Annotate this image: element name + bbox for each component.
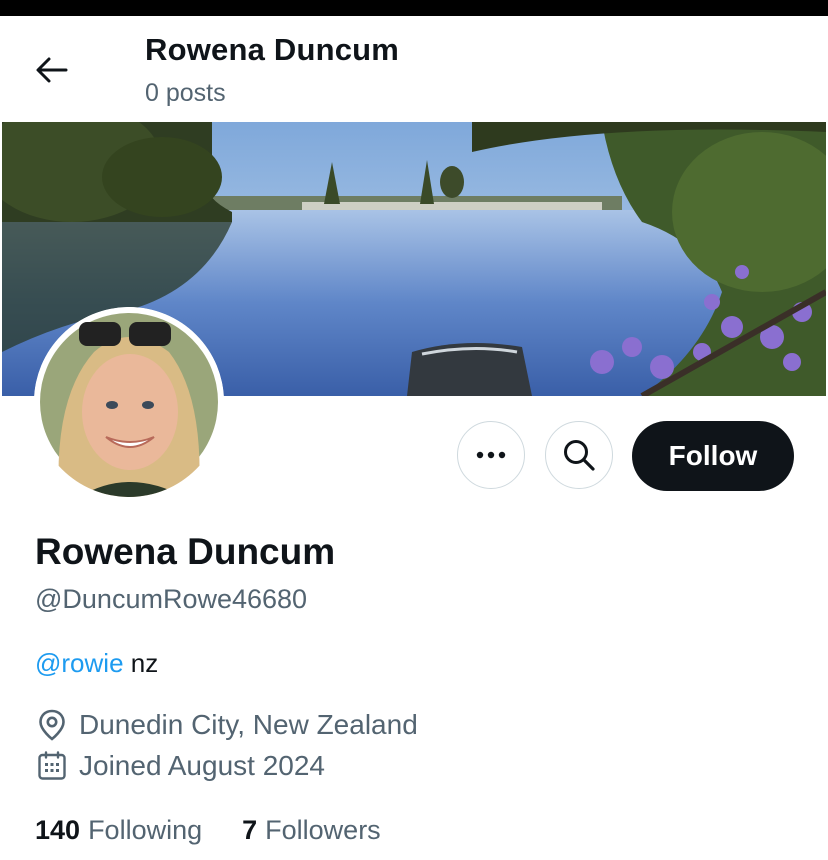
profile-bio: @rowie nz bbox=[35, 648, 158, 679]
location-pin-icon bbox=[35, 708, 69, 742]
profile-stats: 140 Following 7 Followers bbox=[35, 815, 381, 846]
following-link[interactable]: 140 Following bbox=[35, 815, 202, 846]
bio-text: nz bbox=[123, 648, 159, 678]
followers-count: 7 bbox=[242, 815, 258, 845]
search-icon bbox=[564, 440, 595, 471]
avatar[interactable] bbox=[34, 307, 224, 497]
profile-handle: @DuncumRowe46680 bbox=[35, 584, 308, 614]
location-text: Dunedin City, New Zealand bbox=[79, 709, 418, 740]
profile-join-date: Joined August 2024 bbox=[35, 749, 325, 783]
bio-mention-link[interactable]: @rowie bbox=[35, 648, 124, 678]
following-count: 140 bbox=[35, 815, 81, 845]
status-bar bbox=[0, 0, 828, 16]
back-button[interactable] bbox=[28, 52, 76, 88]
join-date-text: Joined August 2024 bbox=[79, 750, 325, 781]
following-label: Following bbox=[88, 815, 203, 845]
post-count: 0 posts bbox=[145, 79, 226, 107]
followers-link[interactable]: 7 Followers bbox=[242, 815, 381, 846]
avatar-image bbox=[34, 307, 224, 497]
follow-button[interactable]: Follow bbox=[632, 421, 794, 491]
more-options-button[interactable] bbox=[457, 421, 525, 489]
search-profile-button[interactable] bbox=[545, 421, 613, 489]
followers-label: Followers bbox=[265, 815, 381, 845]
profile-location: Dunedin City, New Zealand bbox=[35, 708, 418, 742]
arrow-left-icon bbox=[36, 57, 68, 83]
profile-header: Rowena Duncum 0 posts bbox=[0, 16, 828, 122]
header-title: Rowena Duncum bbox=[145, 32, 400, 67]
profile-display-name: Rowena Duncum bbox=[35, 531, 336, 572]
calendar-icon bbox=[35, 749, 69, 783]
ellipsis-icon bbox=[476, 451, 506, 459]
